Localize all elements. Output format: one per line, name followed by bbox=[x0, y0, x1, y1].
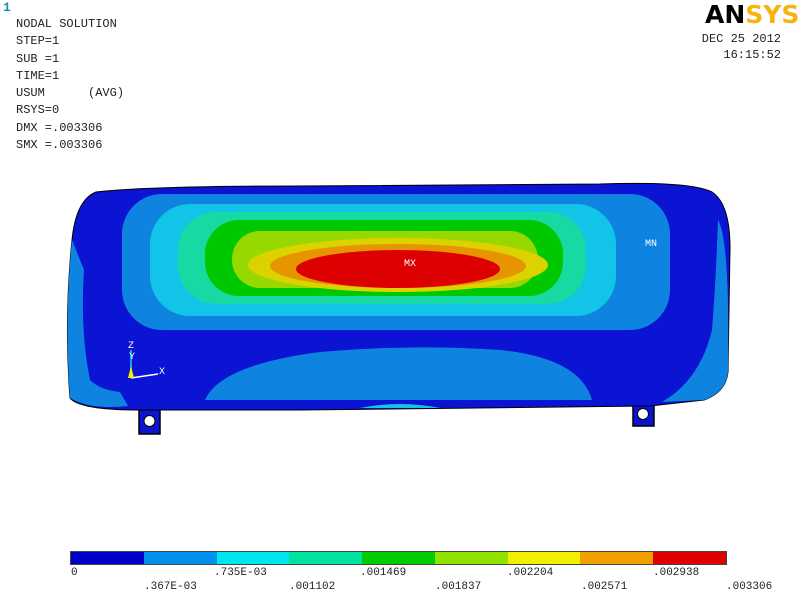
legend-label-9: .003306 bbox=[726, 581, 773, 593]
contour-plot-viewport[interactable]: MX MN Z Y X bbox=[0, 0, 802, 602]
legend-label-7: .002571 bbox=[581, 581, 628, 593]
legend-label-1: .367E-03 bbox=[144, 581, 197, 593]
triad-z-label: Z bbox=[128, 341, 134, 352]
legend-color-3 bbox=[289, 552, 363, 564]
legend-label-5: .001837 bbox=[435, 581, 482, 593]
contour-legend-bar bbox=[70, 551, 727, 565]
legend-color-2 bbox=[216, 552, 290, 564]
legend-color-0 bbox=[71, 552, 144, 564]
legend-color-5 bbox=[434, 552, 508, 564]
contour-band-max bbox=[296, 250, 500, 288]
legend-label-4: .001469 bbox=[360, 567, 407, 579]
legend-color-1 bbox=[143, 552, 217, 564]
max-marker: MX bbox=[404, 259, 416, 270]
min-marker: MN bbox=[645, 239, 657, 250]
legend-label-0: 0 bbox=[71, 567, 78, 579]
legend-color-6 bbox=[507, 552, 581, 564]
legend-label-3: .001102 bbox=[289, 581, 336, 593]
triad-x-label: X bbox=[159, 367, 165, 378]
legend-color-4 bbox=[362, 552, 435, 564]
mounting-hole-left bbox=[143, 415, 156, 427]
legend-label-2: .735E-03 bbox=[214, 567, 267, 579]
legend-label-8: .002938 bbox=[653, 567, 700, 579]
triad-y-label: Y bbox=[129, 352, 135, 363]
legend-label-6: .002204 bbox=[507, 567, 554, 579]
mounting-hole-right bbox=[637, 408, 649, 420]
legend-color-8 bbox=[653, 552, 727, 564]
legend-color-7 bbox=[580, 552, 654, 564]
